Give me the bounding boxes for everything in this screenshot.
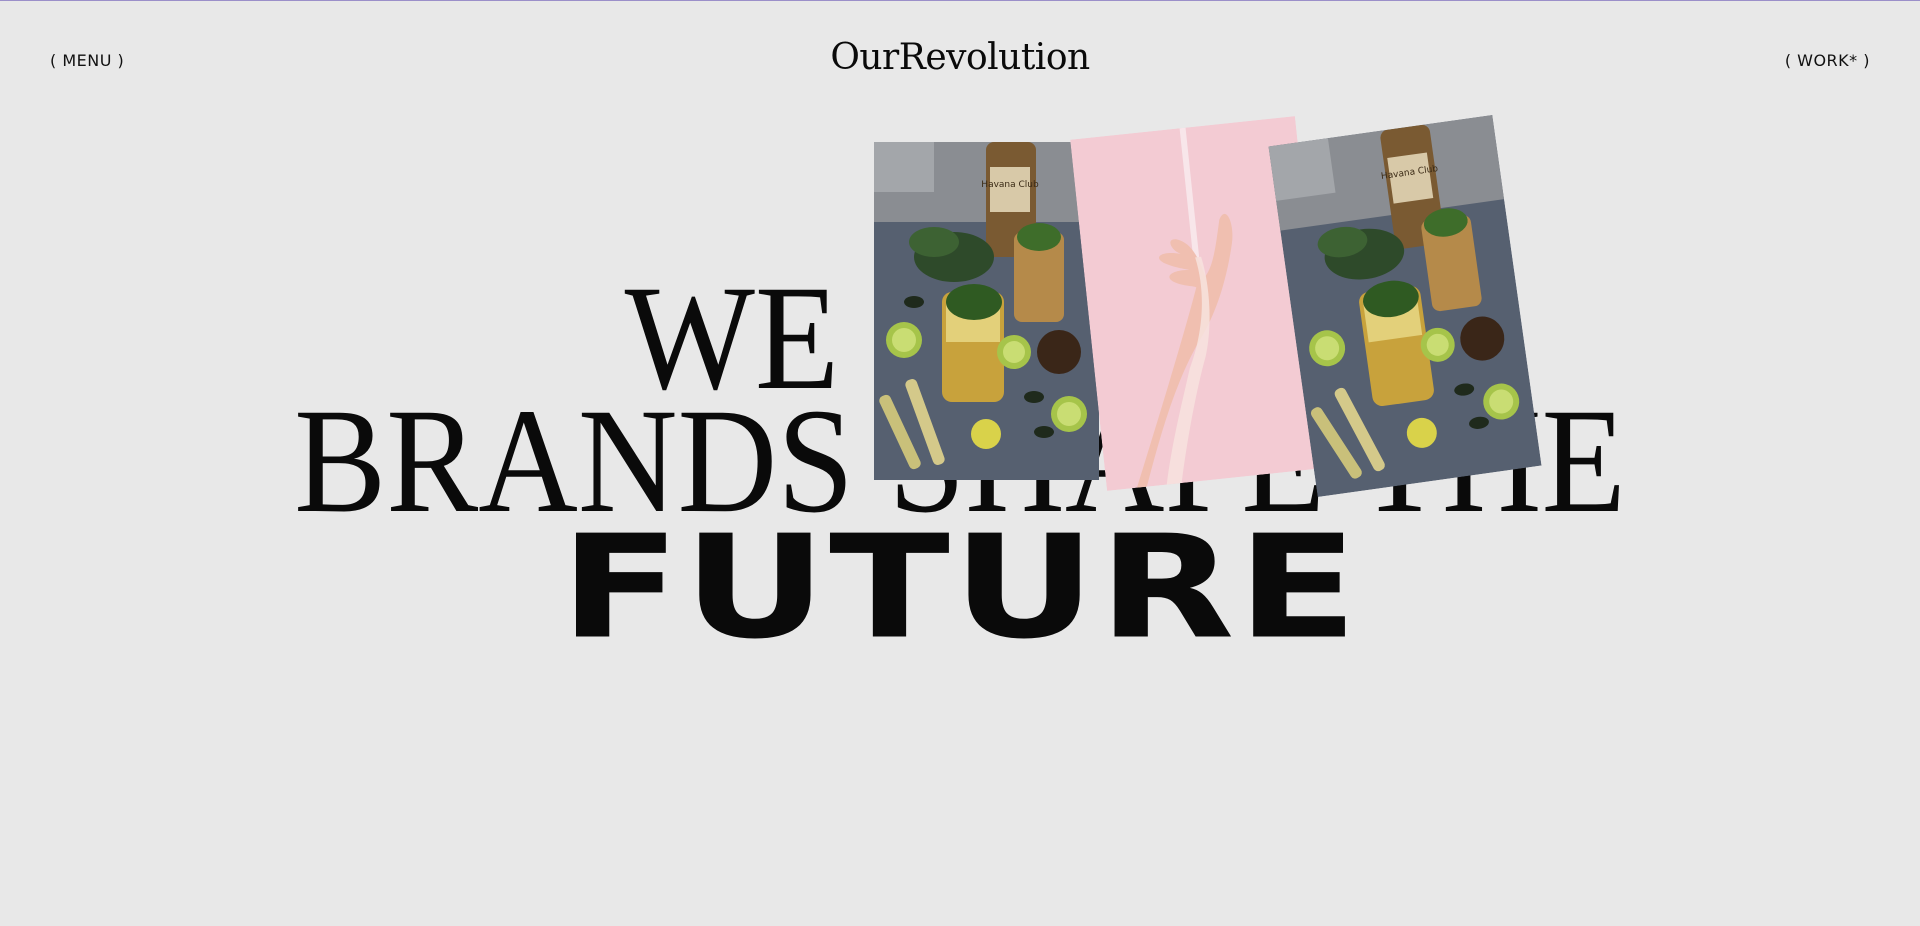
hero-headline-line-3: FUTURE — [559, 505, 1361, 671]
brand-logo[interactable]: OurRevolution — [0, 37, 1920, 78]
cocktail-photo-2: Havana Club — [1268, 114, 1542, 498]
work-button[interactable]: ( WORK* ) — [1785, 51, 1870, 70]
cocktail-photo-1: Havana Club — [874, 142, 1099, 480]
bottle-label-text: Havana Club — [981, 180, 1039, 190]
